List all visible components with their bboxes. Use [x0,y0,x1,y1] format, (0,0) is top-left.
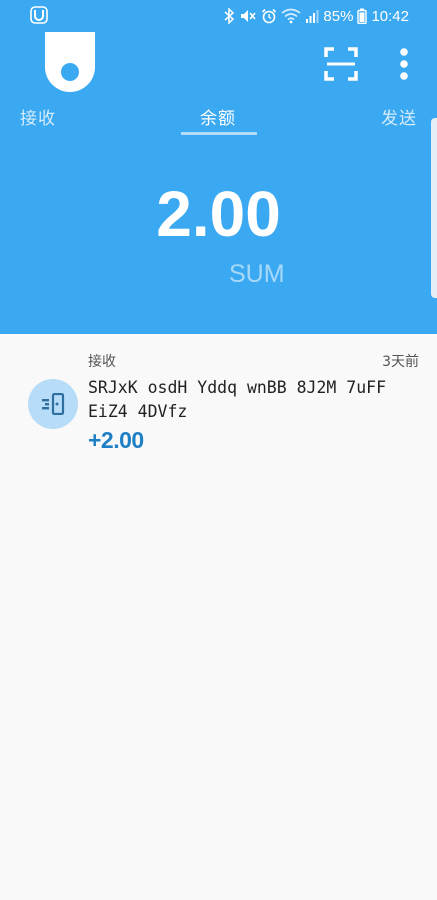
transaction-amount: +2.00 [88,427,144,453]
receive-icon [42,393,65,415]
status-bar: 85% 10:42 [0,0,437,32]
active-tab-indicator [181,132,257,135]
more-vertical-icon[interactable] [394,47,414,81]
transaction-time: 3天前 [382,354,419,370]
clock: 10:42 [371,7,409,25]
bluetooth-icon [224,8,235,24]
battery-icon [357,8,368,24]
transaction-address: SRJxK osdH Yddq wnBB 8J2M 7uFF EiZ4 4DVf… [88,378,387,421]
wifi-icon [281,8,301,24]
tab-balance[interactable]: 余额 [200,104,236,129]
wallet-header: 接收 余额 发送 2.00 SUM [0,32,437,334]
wallet-logo-icon [45,32,95,92]
status-indicators: 85% 10:42 [224,6,409,26]
scan-icon[interactable] [324,47,358,81]
app-notification-icon [30,6,48,24]
transaction-type: 接收 [88,354,116,370]
balance-currency: SUM [229,260,285,288]
battery-percent: 85% [323,7,354,25]
balance-amount: 2.00 [156,178,281,250]
tab-send[interactable]: 发送 [381,104,417,129]
tab-receive[interactable]: 接收 [20,104,56,129]
edge-panel-handle[interactable] [431,118,437,298]
alarm-icon [262,8,277,24]
transaction-avatar [28,379,78,429]
transaction-item[interactable]: 接收 3天前 SRJxK osdH Yddq wnBB 8J2M 7uFF Ei… [0,334,437,464]
mute-icon [241,10,257,22]
signal-icon [306,10,319,23]
